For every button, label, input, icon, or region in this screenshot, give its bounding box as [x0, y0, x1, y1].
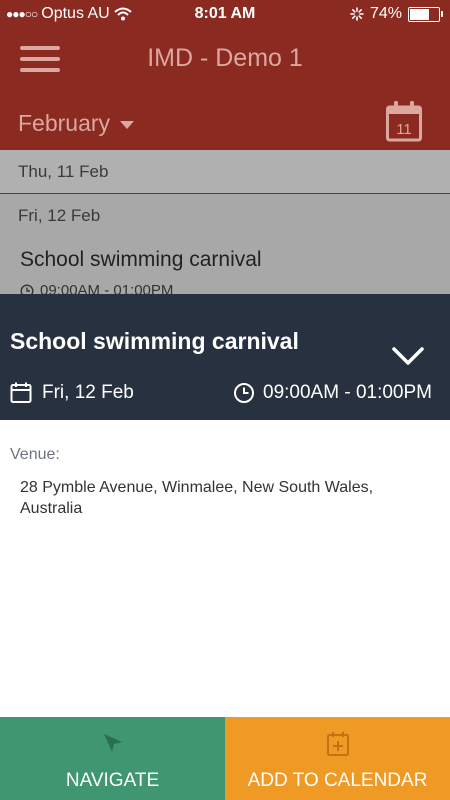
add-to-calendar-label: ADD TO CALENDAR: [247, 770, 428, 791]
event-date-text: Fri, 12 Feb: [42, 382, 134, 403]
venue-address: 28 Pymble Avenue, Winmalee, New South Wa…: [20, 479, 374, 517]
calendar-icon[interactable]: 11: [386, 100, 422, 142]
caret-down-icon: [120, 121, 135, 129]
list-event-title[interactable]: School swimming carnival: [20, 248, 262, 272]
event-title: School swimming carnival: [10, 328, 299, 354]
day-row-thu[interactable]: Thu, 11 Feb: [0, 150, 450, 194]
calendar-small-icon: [10, 382, 32, 403]
chevron-down-icon[interactable]: [390, 344, 426, 368]
status-right: 74%: [350, 5, 443, 23]
battery-percent: 74%: [369, 5, 402, 22]
venue-label: Venue:: [10, 446, 60, 463]
calendar-add-icon: [326, 732, 349, 756]
event-detail-header: School swimming carnival Fri, 12 Feb 09:…: [0, 294, 450, 420]
clock-icon: [20, 284, 34, 294]
event-time-text: 09:00AM - 01:00PM: [263, 382, 432, 403]
add-to-calendar-button[interactable]: ADD TO CALENDAR: [225, 717, 450, 800]
list-event-time-text: 09:00AM - 01:00PM: [40, 282, 174, 294]
navigation-arrow-icon: [103, 734, 122, 752]
activity-spinner-icon: [350, 7, 364, 21]
list-event-time: 09:00AM - 01:00PM: [20, 282, 173, 294]
event-date: Fri, 12 Feb: [10, 382, 134, 404]
status-bar: ●●●○○ Optus AU 8:01 AM 74%: [0, 0, 450, 30]
month-label: February: [18, 110, 111, 136]
app-header: IMD - Demo 1 February 11: [0, 30, 450, 150]
calendar-day: 11: [396, 121, 412, 138]
month-selector[interactable]: February: [18, 110, 135, 137]
battery-icon: [408, 6, 443, 22]
event-list: Thu, 11 Feb Fri, 12 Feb School swimming …: [0, 150, 450, 294]
day-row-fri[interactable]: Fri, 12 Feb: [0, 194, 450, 238]
navigate-label: NAVIGATE: [65, 770, 160, 791]
navigate-button[interactable]: NAVIGATE: [0, 717, 225, 800]
event-time: 09:00AM - 01:00PM: [233, 382, 432, 404]
clock-icon: [234, 383, 255, 403]
app-title: IMD - Demo 1: [147, 44, 303, 72]
